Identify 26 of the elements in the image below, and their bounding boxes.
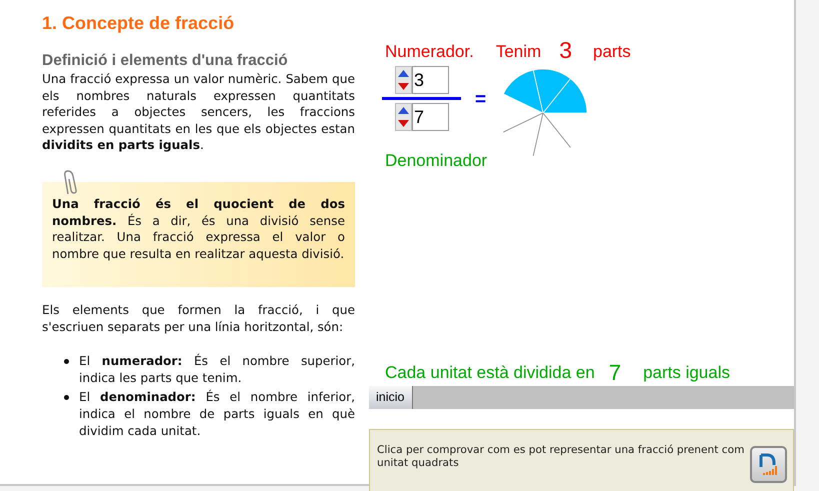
have-value: 3 [559, 36, 572, 64]
numerator-label: Numerador. [385, 40, 474, 62]
bullet-icon [64, 395, 69, 400]
section-subtitle: Definició i elements d'una fracció [42, 51, 289, 71]
denominator-label: Denominador [385, 150, 488, 172]
denominator-field[interactable]: 7 [412, 103, 449, 131]
page-title: 1. Concepte de fracció [42, 12, 236, 34]
start-button[interactable]: inicio [369, 386, 412, 408]
unit-value: 7 [608, 358, 622, 386]
bullet-icon [64, 359, 69, 364]
bullet-text: El denominador: És el nombre inferior, indica el nombre de parts iguals en què dividim cada unitat. [79, 389, 355, 440]
elements-paragraph: Els elements que formen la fracció, i que s'escriuen separats per una línia horitzontal, són: [42, 302, 355, 336]
spinner[interactable] [395, 103, 412, 131]
unit-text: Cada unitat està dividida en [385, 362, 595, 384]
spinner[interactable] [395, 66, 412, 94]
unit-suffix: parts iguals [643, 362, 730, 384]
intro-paragraph: Una fracció expressa un valor numèric. Sabem que els nombres naturals expressen quantitats referides a objectes sencers, les fraccions expressen quantitats en les que els objectes estan dividits en parts iguals. [42, 71, 355, 154]
numerator-field[interactable]: 3 [412, 66, 449, 94]
paperclip-icon [64, 170, 78, 196]
equals-sign: = [475, 88, 486, 112]
parts-label: parts [592, 40, 631, 62]
open-activity-button[interactable] [750, 446, 787, 482]
bullet-text: El numerador: És el nombre superior, indica les parts que tenim. [79, 353, 355, 386]
note-text: Una fracció és el quocient de dos nombres. És a dir, és una divisió sense realitzar. Una fracció expressa el valor o nombre que resulta en realitzar aquesta divisió. [52, 196, 345, 262]
have-label: Tenim [496, 40, 542, 62]
info-text: Clica per comprovar com es pot representar una fracció prenent com unitat quadrats [377, 444, 746, 470]
